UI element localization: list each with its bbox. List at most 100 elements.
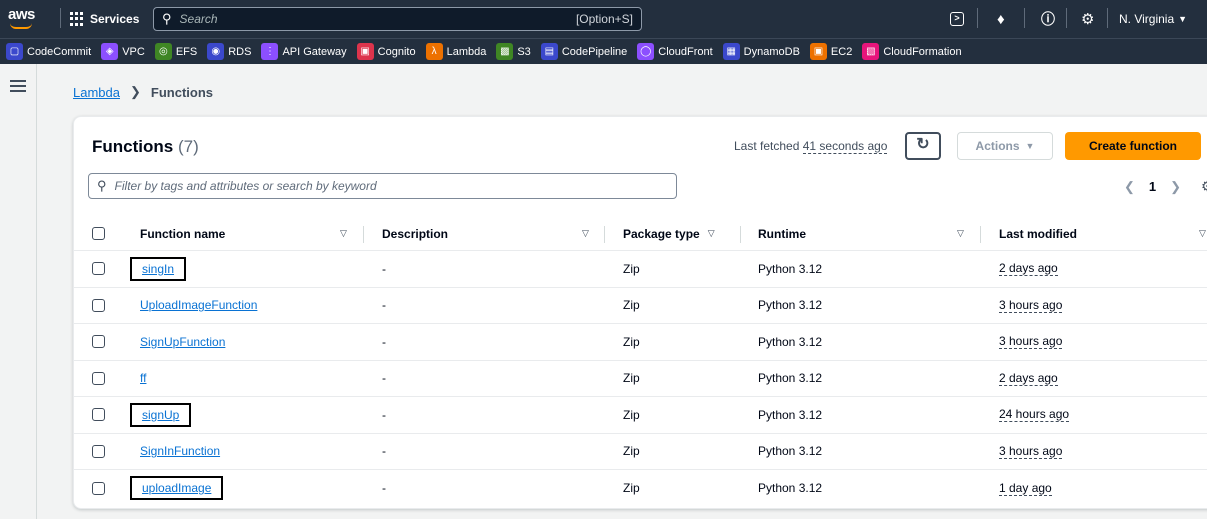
favorite-codepipeline[interactable]: ▤ CodePipeline [540,43,633,60]
column-resizer[interactable] [740,226,741,243]
aws-logo[interactable]: aws [8,6,54,30]
nav-divider [1107,8,1108,28]
description-cell: - [382,481,386,496]
runtime-cell: Python 3.12 [758,407,823,422]
row-checkbox[interactable] [92,298,105,312]
function-name-link[interactable]: singIn [130,256,187,281]
last-fetched-time: 41 seconds ago [802,139,888,154]
settings-button[interactable]: ⚙ [1081,8,1094,30]
favorite-cloudformation[interactable]: ▧ CloudFormation [862,43,967,60]
last-fetched-prefix: Last fetched [734,139,800,153]
breadcrumb-current: Functions [150,84,213,100]
breadcrumb-lambda-link[interactable]: Lambda [73,85,120,100]
column-header-label: Function name [140,226,226,241]
last-fetched: Last fetched 41 seconds ago [734,139,888,154]
function-name-link[interactable]: UploadImageFunction [140,298,257,312]
create-function-label: Create function [1088,139,1177,153]
nav-divider [977,8,978,28]
column-resizer[interactable] [604,226,605,243]
notifications-button[interactable]: ♦ [997,8,1005,30]
help-button[interactable]: ⓘ [1041,8,1055,30]
favorite-cloudfront[interactable]: ◯ CloudFront [637,43,718,60]
nav-divider [1024,8,1025,28]
function-name-link[interactable]: ff [140,371,146,385]
sort-icon[interactable]: ▽ [708,228,715,239]
favorite-label: VPC [122,45,145,58]
column-resizer[interactable] [980,226,981,243]
row-checkbox[interactable] [92,444,105,458]
dynamodb-icon: ▦ [722,43,740,60]
select-all-checkbox[interactable] [92,227,105,240]
row-checkbox[interactable] [92,262,105,276]
services-menu-button[interactable]: Services [70,8,139,30]
region-label: N. Virginia [1119,12,1175,26]
table-row: uploadImage - Zip Python 3.12 1 day ago [74,470,1207,507]
description-cell: - [382,371,386,386]
previous-page-button[interactable]: ❮ [1124,179,1135,195]
global-search-input[interactable]: ⚲ Search [Option+S] [153,7,642,31]
package-type-cell: Zip [623,334,640,349]
sort-icon[interactable]: ▽ [340,228,347,239]
cloudformation-icon: ▧ [862,43,880,60]
favorite-efs[interactable]: ◎ EFS [154,43,203,60]
row-checkbox[interactable] [92,408,105,422]
function-name-link[interactable]: signUp [130,402,192,427]
actions-label: Actions [975,139,1020,153]
function-name-link[interactable]: uploadImage [130,476,224,501]
favorite-label: API Gateway [282,45,347,58]
favorite-dynamodb[interactable]: ▦ DynamoDB [722,43,806,60]
favorite-label: CodePipeline [561,45,628,58]
column-header-label: Package type [623,226,700,241]
table-row: signUp - Zip Python 3.12 24 hours ago [74,397,1207,434]
column-resizer[interactable] [363,226,364,243]
sort-icon[interactable]: ▽ [957,228,964,239]
description-cell: - [382,298,386,313]
favorite-rds[interactable]: ◉ RDS [207,43,257,60]
function-name-link[interactable]: SignInFunction [140,444,220,458]
filter-input[interactable]: ⚲ Filter by tags and attributes or searc… [88,173,677,199]
actions-button[interactable]: Actions ▼ [957,132,1053,160]
row-checkbox[interactable] [92,481,105,495]
row-checkbox[interactable] [92,371,105,385]
table-row: SignInFunction - Zip Python 3.12 3 hours ago [74,434,1207,470]
favorite-vpc[interactable]: ◈ VPC [101,43,151,60]
favorite-ec2[interactable]: ▣ EC2 [809,43,858,60]
favorite-cognito[interactable]: ▣ Cognito [356,43,422,60]
sort-icon[interactable]: ▽ [1199,228,1206,239]
vpc-icon: ◈ [101,43,119,60]
region-selector[interactable]: N. Virginia ▼ [1119,8,1187,30]
rds-icon: ◉ [207,43,225,60]
row-checkbox[interactable] [92,335,105,349]
favorite-codecommit[interactable]: ▢ CodeCommit [6,43,97,60]
refresh-button[interactable]: ↻ [905,132,941,160]
table-row: singIn - Zip Python 3.12 2 days ago [74,251,1207,288]
last-modified-cell: 3 hours ago [999,443,1063,459]
package-type-cell: Zip [623,444,640,459]
efs-icon: ◎ [154,43,172,60]
favorite-api-gateway[interactable]: ⋮ API Gateway [261,43,352,60]
runtime-cell: Python 3.12 [758,371,823,386]
favorite-label: S3 [517,45,531,58]
runtime-cell: Python 3.12 [758,261,823,276]
column-header-runtime[interactable]: Runtime [758,217,806,250]
column-header-label: Runtime [758,226,806,241]
next-page-button[interactable]: ❯ [1170,179,1181,195]
function-name-link[interactable]: SignUpFunction [140,335,225,349]
bell-icon: ♦ [997,10,1005,28]
current-page-number[interactable]: 1 [1149,179,1156,194]
runtime-cell: Python 3.12 [758,334,823,349]
last-modified-cell: 24 hours ago [999,407,1070,423]
favorite-s3[interactable]: ▩ S3 [496,43,536,60]
column-header-last-modified[interactable]: Last modified [999,217,1077,250]
column-header-function-name[interactable]: Function name [140,217,225,250]
sort-icon[interactable]: ▽ [582,228,589,239]
create-function-button[interactable]: Create function [1065,132,1201,160]
favorite-lambda[interactable]: λ Lambda [425,43,493,60]
table-preferences-gear-icon[interactable]: ⚙ [1201,178,1207,195]
functions-panel: Functions (7) Last fetched 41 seconds ag… [73,116,1207,509]
column-header-description[interactable]: Description [382,217,448,250]
cloudshell-button[interactable]: > [950,8,964,30]
column-header-package-type[interactable]: Package type ▽ [623,217,715,250]
menu-icon[interactable] [10,80,26,92]
panel-title-text: Functions [92,137,174,156]
